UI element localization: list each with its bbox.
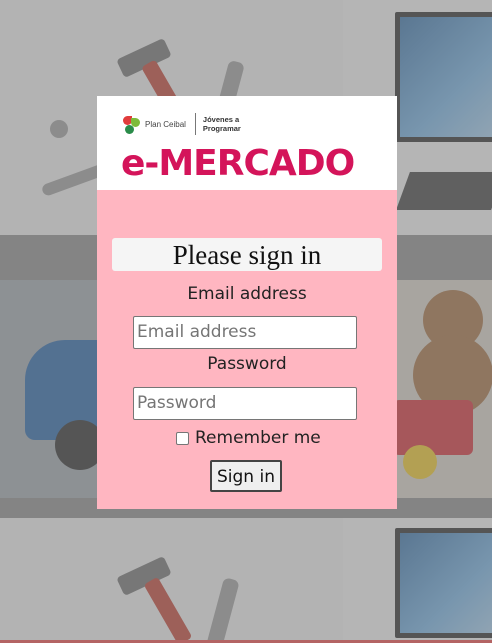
- card-header: Plan Ceibal Jóvenes a Programar e-MERCAD…: [97, 96, 397, 190]
- remember-me-row: Remember me: [176, 428, 321, 448]
- brand-logo: e-MERCADO: [121, 143, 355, 184]
- password-field[interactable]: [134, 388, 356, 417]
- email-field-wrapper: [133, 316, 357, 349]
- plan-ceibal-logo-icon: [121, 114, 141, 134]
- plan-ceibal-text: Plan Ceibal: [145, 119, 186, 129]
- logo-divider: [194, 113, 196, 135]
- sponsor-logos: Plan Ceibal Jóvenes a Programar: [121, 112, 253, 136]
- password-label: Password: [207, 354, 287, 374]
- sign-in-button[interactable]: Sign in: [210, 460, 282, 492]
- remember-me-checkbox[interactable]: [176, 431, 189, 445]
- page-title: Please sign in: [112, 238, 382, 271]
- remember-me-label[interactable]: Remember me: [195, 428, 321, 448]
- email-label: Email address: [187, 284, 307, 304]
- jovenes-a-programar-text: Jóvenes a Programar: [202, 115, 241, 133]
- login-card: Plan Ceibal Jóvenes a Programar e-MERCAD…: [97, 96, 397, 509]
- email-field[interactable]: [134, 317, 356, 346]
- password-field-wrapper: [133, 387, 357, 420]
